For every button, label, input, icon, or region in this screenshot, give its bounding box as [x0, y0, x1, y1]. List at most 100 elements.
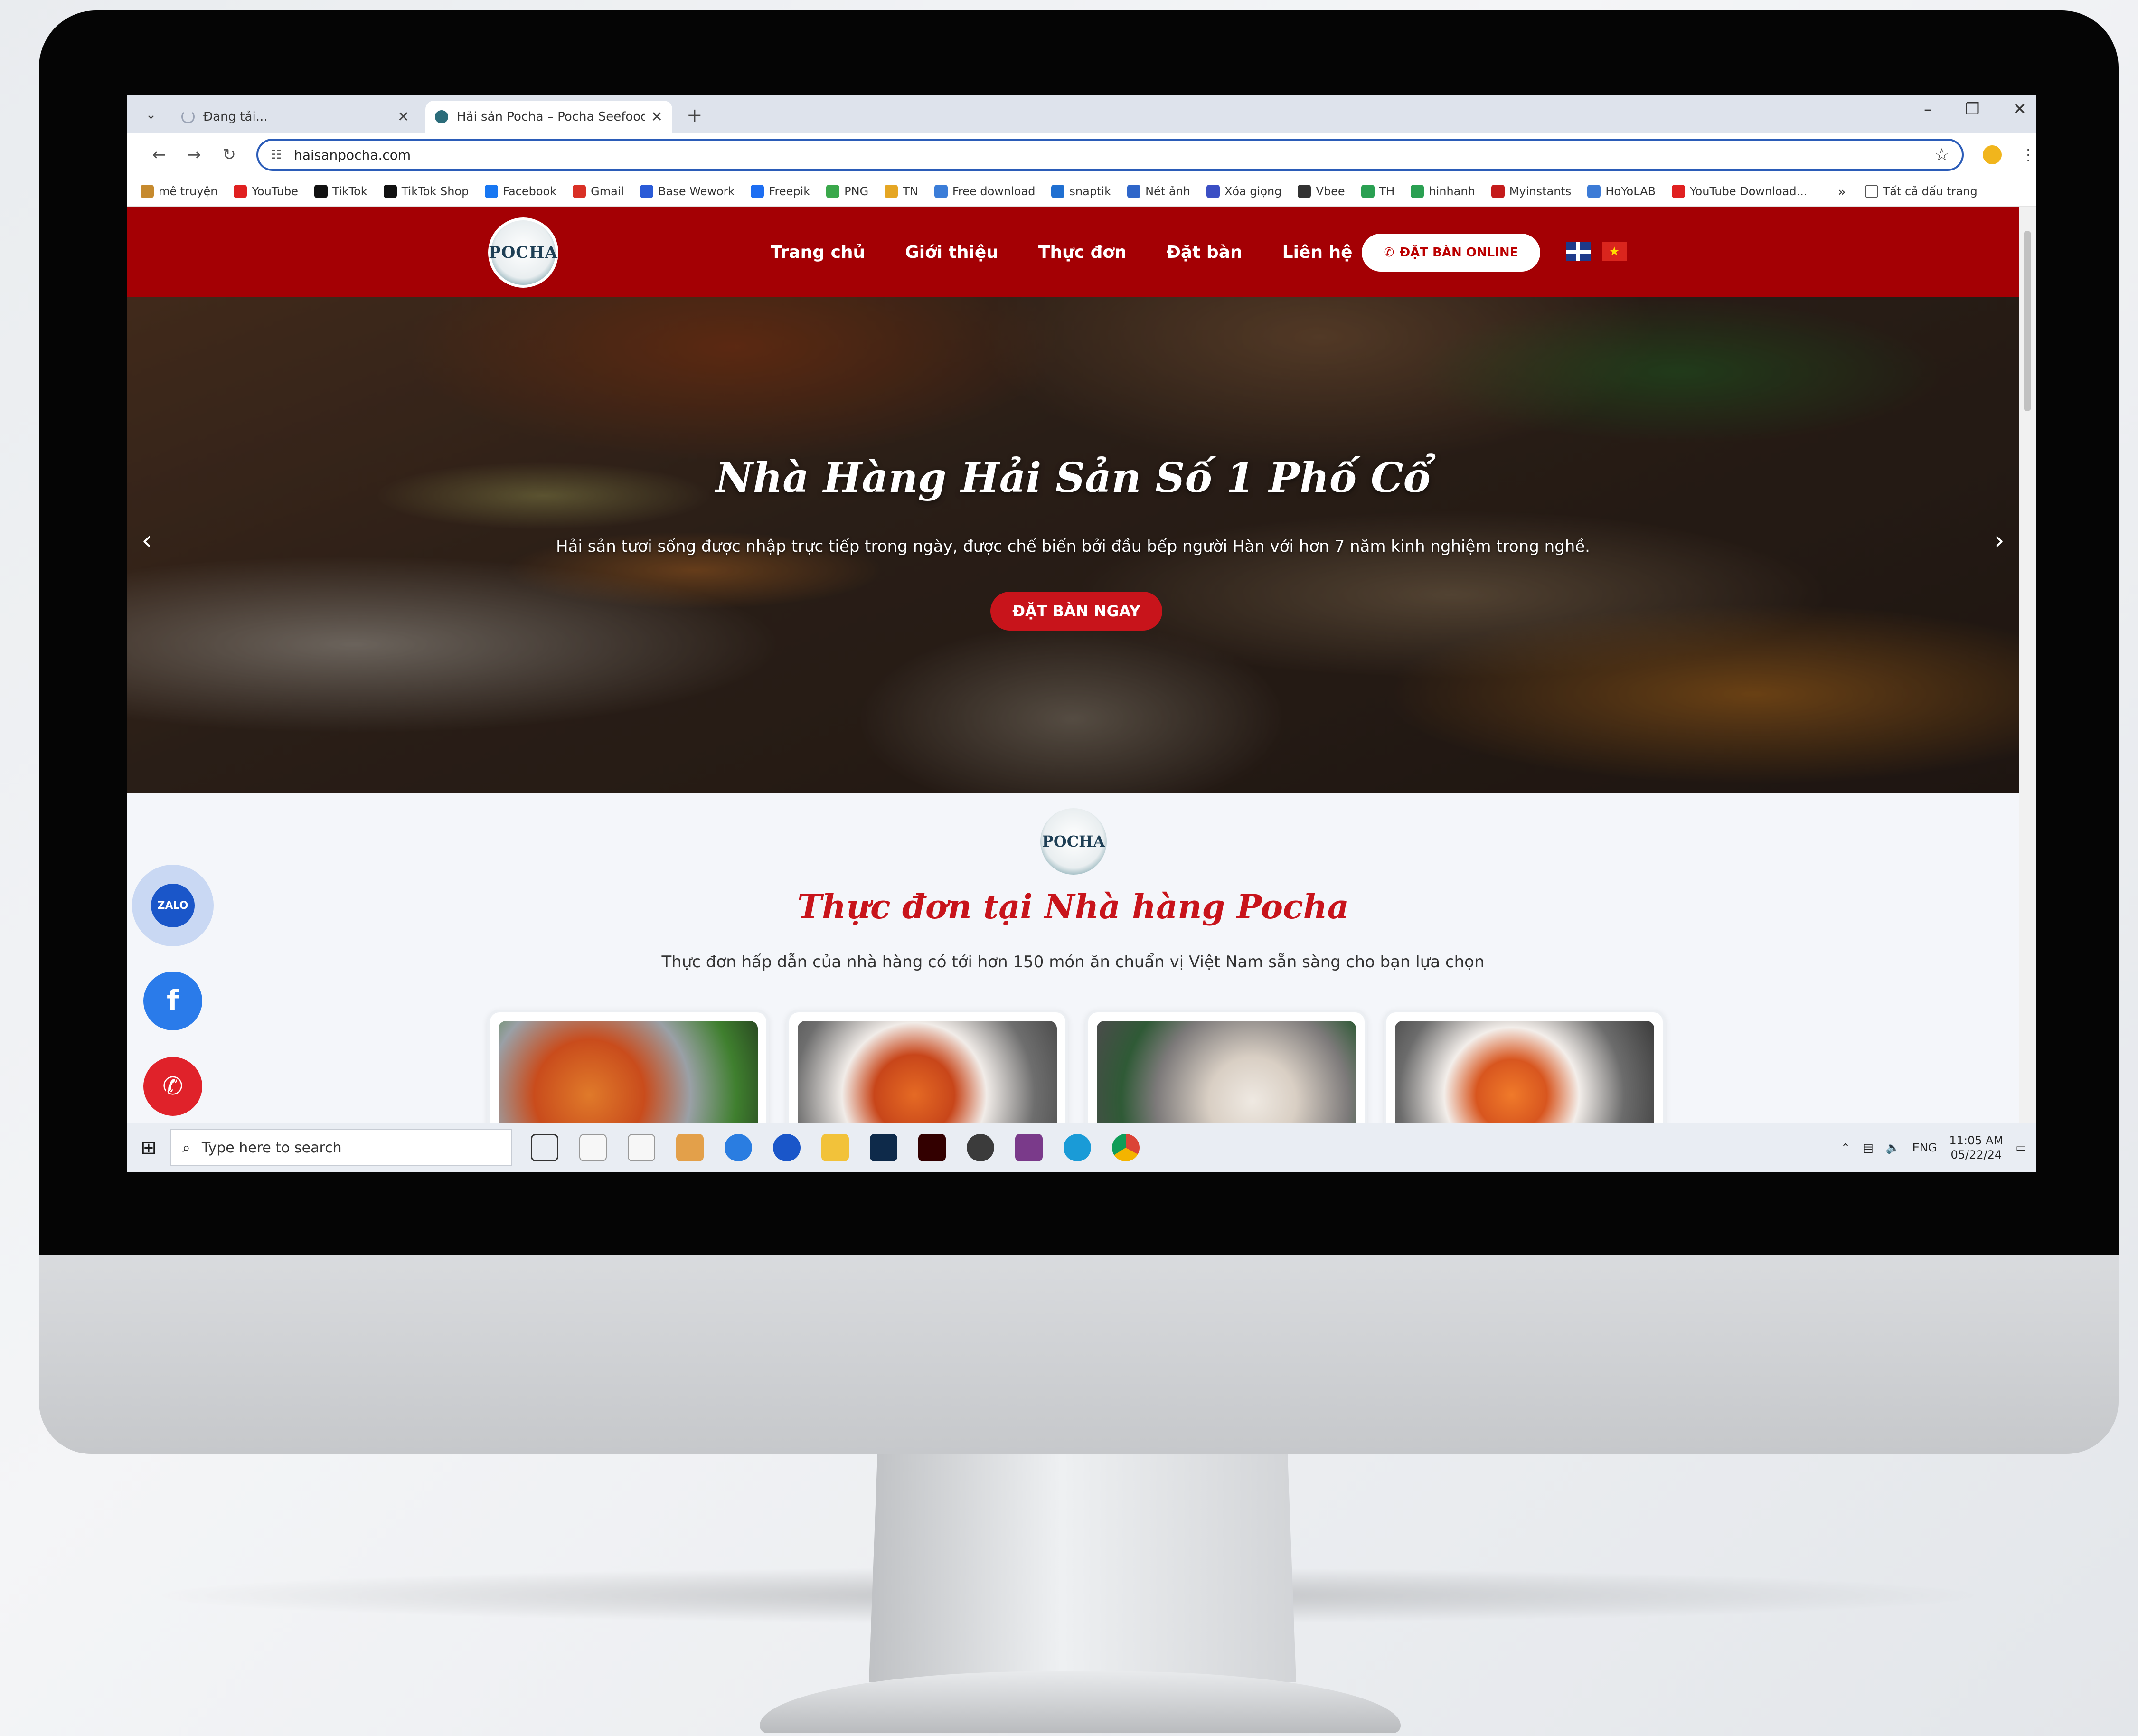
bookmark-item[interactable]: TikTok [314, 185, 367, 198]
phone-contact-button[interactable]: ✆ [143, 1057, 202, 1116]
slider-prev-icon[interactable]: ‹ [141, 525, 152, 556]
minimize-icon[interactable]: – [1924, 100, 1932, 119]
facebook-icon: f [166, 984, 179, 1018]
bookmarks-overflow-icon[interactable]: » [1837, 184, 1846, 199]
chrome-icon[interactable] [1112, 1134, 1140, 1161]
section-logo: POCHA [1040, 808, 1107, 875]
bookmark-item[interactable]: Nét ảnh [1127, 185, 1190, 198]
bookmark-favicon-icon [1411, 185, 1424, 198]
zalo-app-icon[interactable] [773, 1134, 801, 1161]
bookmark-item[interactable]: snaptik [1051, 185, 1111, 198]
winrar-icon[interactable] [1015, 1134, 1043, 1161]
page-scrollbar[interactable] [2019, 207, 2036, 1123]
nav-thuc-don[interactable]: Thực đơn [1038, 243, 1127, 262]
monitor-chin [39, 1255, 2119, 1454]
new-tab-icon[interactable]: + [687, 104, 703, 126]
bookmark-item[interactable]: YouTube [234, 185, 298, 198]
bookmark-item[interactable]: Freepik [751, 185, 810, 198]
close-icon[interactable]: ✕ [651, 109, 663, 125]
bookmark-item[interactable]: Facebook [485, 185, 556, 198]
menu-card[interactable] [487, 1010, 769, 1123]
task-view-icon[interactable] [531, 1134, 558, 1161]
bookmark-item[interactable]: mê truyện [141, 185, 217, 198]
facebook-contact-button[interactable]: f [143, 972, 202, 1030]
bookmark-item[interactable]: TH [1361, 185, 1394, 198]
clock[interactable]: 11:05 AM 05/22/24 [1949, 1133, 2003, 1162]
menu-card[interactable] [1085, 1010, 1367, 1123]
more-menu-icon[interactable]: ⋮ [2021, 146, 2036, 164]
back-icon[interactable]: ← [141, 145, 177, 164]
bookmark-item[interactable]: Free download [934, 185, 1035, 198]
slider-next-icon[interactable]: › [1994, 525, 2005, 556]
file-explorer-icon[interactable] [821, 1134, 849, 1161]
taskbar-search[interactable]: ⌕ Type here to search [170, 1129, 512, 1166]
capcut-icon[interactable] [967, 1134, 994, 1161]
tab-pocha[interactable]: Hải sản Pocha – Pocha Seefood ✕ [425, 101, 672, 133]
bookmark-star-icon[interactable]: ☆ [1934, 145, 1950, 165]
bookmark-item[interactable]: hinhanh [1411, 185, 1475, 198]
bookmark-item[interactable]: Base Wework [640, 185, 735, 198]
edge-icon[interactable] [1064, 1134, 1091, 1161]
bookmark-item[interactable]: HoYoLAB [1587, 185, 1656, 198]
search-placeholder: Type here to search [201, 1139, 342, 1156]
bookmark-item[interactable]: TikTok Shop [383, 185, 469, 198]
site-logo[interactable]: POCHA [488, 217, 558, 288]
all-bookmarks-folder[interactable]: Tất cả dấu trang [1865, 185, 1978, 198]
menu-card[interactable] [786, 1010, 1068, 1123]
zalo-contact-button[interactable]: ZALO [132, 865, 214, 946]
window-controls: – ❐ ✕ [1924, 100, 2026, 119]
bookmark-favicon-icon [934, 185, 948, 198]
chat-app-icon[interactable] [725, 1134, 752, 1161]
bookmark-label: Base Wework [658, 185, 735, 198]
media-player-icon[interactable] [676, 1134, 704, 1161]
notification-icon[interactable]: ▭ [2016, 1141, 2026, 1154]
tab-loading[interactable]: Đang tải... ✕ [172, 101, 419, 133]
bookmark-item[interactable]: YouTube Download... [1672, 185, 1807, 198]
bookmark-label: TikTok [332, 185, 367, 198]
nav-gioi-thieu[interactable]: Giới thiệu [905, 243, 998, 262]
bookmarks-bar: mê truyện YouTube TikTok TikTok Shop Faceboo… [127, 177, 2036, 207]
photoshop-icon[interactable] [870, 1134, 897, 1161]
scrollbar-thumb[interactable] [2024, 231, 2031, 411]
lobster-dish-image [1395, 1021, 1654, 1123]
tab-search-icon[interactable]: ⌄ [137, 100, 165, 128]
site-info-icon[interactable]: ☷ [271, 148, 282, 162]
hotpot-image [499, 1021, 758, 1123]
windows-start-icon[interactable]: ⊞ [127, 1137, 170, 1159]
language-indicator[interactable]: ENG [1912, 1141, 1937, 1154]
bookmark-favicon-icon [485, 185, 499, 198]
folder-icon [1865, 185, 1878, 198]
nav-lien-he[interactable]: Liên hệ [1282, 243, 1353, 262]
extension-icon[interactable] [1983, 145, 2002, 164]
bookmark-item[interactable]: Gmail [573, 185, 624, 198]
bookmark-label: Xóa giọng [1224, 185, 1282, 198]
bookmark-label: snaptik [1069, 185, 1111, 198]
vietnam-flag-icon[interactable]: ★ [1602, 242, 1627, 261]
nav-dat-ban[interactable]: Đặt bàn [1167, 243, 1243, 262]
address-bar[interactable]: ☷ haisanpocha.com ☆ [256, 139, 1964, 171]
close-icon[interactable]: ✕ [397, 109, 409, 125]
url-text: haisanpocha.com [294, 147, 411, 163]
file-icon[interactable] [579, 1134, 607, 1161]
bookmark-item[interactable]: Vbee [1298, 185, 1345, 198]
bookmark-label: Vbee [1316, 185, 1345, 198]
bookmark-item[interactable]: TN [885, 185, 918, 198]
volume-icon[interactable]: 🔈 [1886, 1141, 1900, 1154]
illustrator-icon[interactable] [918, 1134, 946, 1161]
book-now-button[interactable]: ĐẶT BÀN NGAY [990, 592, 1162, 631]
network-icon[interactable]: ▤ [1863, 1141, 1874, 1154]
file-icon[interactable] [628, 1134, 655, 1161]
bookmark-item[interactable]: Myinstants [1491, 185, 1571, 198]
close-window-icon[interactable]: ✕ [2013, 100, 2027, 119]
bookmark-item[interactable]: PNG [826, 185, 868, 198]
bookmark-item[interactable]: Xóa giọng [1206, 185, 1282, 198]
forward-icon[interactable]: → [177, 145, 212, 164]
chevron-up-icon[interactable]: ⌃ [1841, 1141, 1850, 1154]
restore-icon[interactable]: ❐ [1965, 100, 1979, 119]
menu-card[interactable] [1384, 1010, 1666, 1123]
book-online-button[interactable]: ✆ ĐẶT BÀN ONLINE [1362, 234, 1540, 272]
nav-trang-chu[interactable]: Trang chủ [771, 243, 865, 262]
reload-icon[interactable]: ↻ [212, 145, 247, 164]
english-flag-icon[interactable] [1566, 242, 1591, 261]
hero-subtitle: Hải sản tươi sống được nhập trực tiếp tr… [556, 537, 1590, 556]
